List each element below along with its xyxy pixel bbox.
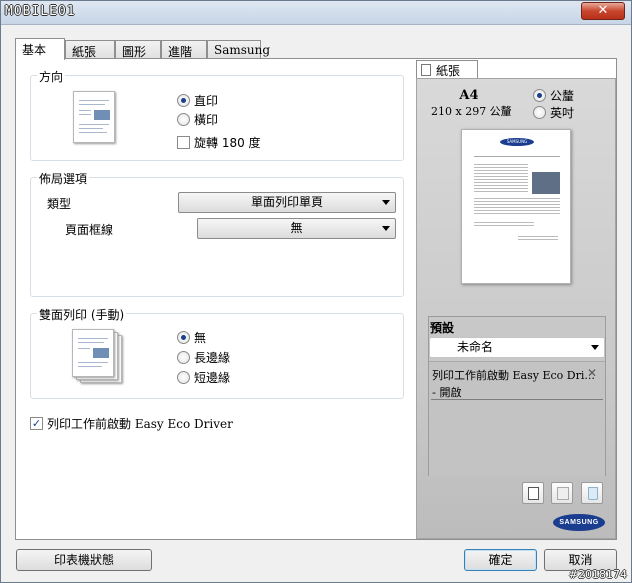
- unit-mm-radio[interactable]: [533, 89, 546, 102]
- page-border-value: 無: [290, 221, 303, 235]
- unit-inch-label: 英吋: [550, 106, 575, 120]
- paper-preview-tab[interactable]: 紙張: [416, 60, 478, 79]
- duplex-long-edge-option[interactable]: 長邊緣: [177, 349, 230, 366]
- preset-select[interactable]: 未命名: [429, 337, 605, 358]
- preview-photo: [532, 172, 560, 194]
- preset-box: 預設 未命名 列印工作前啟動 Easy Eco Dri... ✕ - 開啟: [428, 316, 606, 476]
- landscape-radio[interactable]: [177, 113, 190, 126]
- save-preset-button[interactable]: [551, 482, 573, 504]
- duplex-none-option[interactable]: 無: [177, 329, 206, 346]
- portrait-label: 直印: [194, 94, 219, 108]
- page-border-label: 頁面框線: [65, 223, 114, 237]
- portrait-radio[interactable]: [177, 94, 190, 107]
- page-border-select[interactable]: 無: [197, 218, 396, 239]
- duplex-none-radio[interactable]: [177, 331, 190, 344]
- unit-inch-option[interactable]: 英吋: [533, 104, 574, 121]
- rotate-180-checkbox[interactable]: [177, 136, 190, 149]
- trash-icon: [588, 487, 598, 500]
- samsung-brand-logo: SAMSUNG: [553, 514, 605, 531]
- chevron-down-icon: [382, 226, 390, 231]
- preview-brand-logo: SAMSUNG: [500, 138, 534, 146]
- printer-status-button[interactable]: 印表機狀態: [16, 549, 152, 571]
- unit-mm-option[interactable]: 公釐: [533, 87, 574, 104]
- print-preferences-window: MOBILE01 ✕ 基本 紙張 圖形 進階 Samsung 方向 直印 橫印: [0, 0, 632, 583]
- preset-title: 預設: [430, 321, 455, 335]
- orientation-title: 方向: [37, 68, 66, 85]
- title-bar: MOBILE01 ✕: [1, 1, 631, 25]
- orientation-portrait-option[interactable]: 直印: [177, 92, 218, 109]
- preset-value: 未命名: [457, 340, 494, 354]
- paper-size-dims: 210 x 297 公釐: [431, 105, 512, 118]
- layout-type-select[interactable]: 單面列印單頁: [178, 192, 396, 213]
- landscape-label: 橫印: [194, 113, 219, 127]
- easy-eco-checkbox[interactable]: ✓: [30, 417, 43, 430]
- layout-type-value: 單面列印單頁: [250, 195, 323, 209]
- preset-summary-list: 列印工作前啟動 Easy Eco Dri... ✕ - 開啟: [429, 361, 605, 476]
- easy-eco-option[interactable]: ✓ 列印工作前啟動 Easy Eco Driver: [30, 415, 233, 432]
- tab-samsung[interactable]: Samsung: [207, 40, 270, 59]
- preset-item-value: - 開啟: [432, 386, 462, 399]
- paper-preview-page: SAMSUNG: [461, 129, 571, 284]
- save-icon: [557, 487, 569, 500]
- watermark-id: #2018174: [568, 568, 627, 581]
- tab-basic[interactable]: 基本: [15, 38, 65, 60]
- layout-options-title: 佈局選項: [37, 170, 90, 187]
- duplex-short-edge-option[interactable]: 短邊緣: [177, 369, 230, 386]
- unit-inch-radio[interactable]: [533, 106, 546, 119]
- unit-mm-label: 公釐: [550, 89, 575, 103]
- site-logo: MOBILE01: [5, 4, 76, 19]
- duplex-long-edge-label: 長邊緣: [194, 351, 231, 365]
- preset-item-title: 列印工作前啟動 Easy Eco Dri...: [432, 369, 595, 382]
- tab-advanced[interactable]: 進階: [161, 40, 207, 59]
- orientation-group: 方向 直印 橫印 旋轉 180 度: [30, 68, 404, 161]
- orientation-landscape-option[interactable]: 橫印: [177, 111, 218, 128]
- paper-preview-tab-label: 紙張: [436, 63, 461, 78]
- ok-button[interactable]: 確定: [464, 549, 537, 571]
- tab-paper[interactable]: 紙張: [65, 40, 115, 59]
- layout-type-label: 類型: [47, 197, 72, 211]
- close-button[interactable]: ✕: [581, 2, 625, 20]
- easy-eco-label: 列印工作前啟動 Easy Eco Driver: [47, 417, 233, 431]
- duplex-title: 雙面列印 (手動): [37, 306, 127, 323]
- remove-item-icon[interactable]: ✕: [587, 366, 597, 380]
- rotate-180-option[interactable]: 旋轉 180 度: [177, 134, 261, 151]
- tab-graphics[interactable]: 圖形: [115, 40, 161, 59]
- paper-size-info: A4 210 x 297 公釐: [431, 88, 512, 119]
- rotate-180-label: 旋轉 180 度: [194, 136, 261, 150]
- delete-preset-button[interactable]: [581, 482, 603, 504]
- paper-sheet-icon: [421, 64, 431, 76]
- duplex-group: 雙面列印 (手動) 無 長邊緣 短邊緣: [30, 306, 404, 399]
- new-preset-button[interactable]: [522, 482, 544, 504]
- duplex-preview-icon: [72, 329, 114, 377]
- duplex-short-edge-radio[interactable]: [177, 371, 190, 384]
- paper-size-name: A4: [459, 88, 479, 103]
- duplex-short-edge-label: 短邊緣: [194, 371, 231, 385]
- duplex-long-edge-radio[interactable]: [177, 351, 190, 364]
- layout-options-group: 佈局選項 類型 單面列印單頁 頁面框線 無: [30, 170, 404, 297]
- portrait-preview-icon: [73, 91, 115, 143]
- new-document-icon: [528, 487, 539, 500]
- chevron-down-icon: [591, 345, 599, 350]
- duplex-none-label: 無: [194, 331, 207, 345]
- chevron-down-icon: [382, 200, 390, 205]
